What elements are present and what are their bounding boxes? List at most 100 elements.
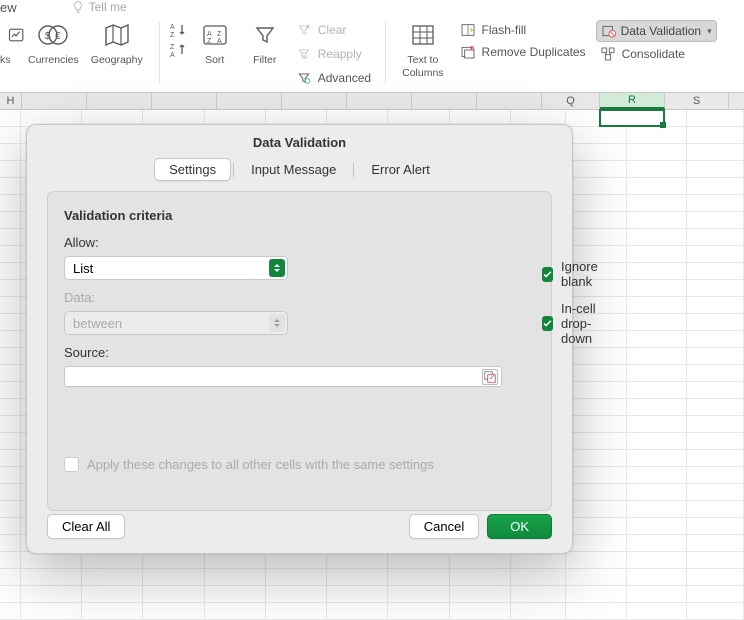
svg-text:A: A bbox=[170, 24, 175, 31]
allow-select[interactable]: List bbox=[64, 256, 288, 280]
allow-value: List bbox=[73, 261, 93, 276]
column-header[interactable]: Q bbox=[542, 93, 600, 109]
checkbox-checked-icon bbox=[542, 267, 553, 282]
source-label: Source: bbox=[64, 345, 502, 360]
data-validation-label: Data Validation bbox=[621, 24, 702, 38]
reapply-label: Reapply bbox=[318, 47, 362, 61]
flash-fill-button[interactable]: Flash-fill bbox=[456, 20, 590, 40]
select-stepper-icon bbox=[269, 314, 285, 332]
column-header[interactable] bbox=[217, 93, 282, 109]
tell-me[interactable]: Tell me bbox=[71, 0, 127, 14]
column-header[interactable] bbox=[282, 93, 347, 109]
column-header[interactable]: R bbox=[600, 93, 665, 109]
remove-duplicates-icon bbox=[460, 44, 476, 60]
advanced-icon bbox=[296, 70, 312, 86]
text-to-columns-label: Text to Columns bbox=[402, 54, 443, 79]
allow-label: Allow: bbox=[64, 235, 502, 250]
text-to-columns-button[interactable]: Text to Columns bbox=[396, 18, 449, 81]
cancel-label: Cancel bbox=[424, 519, 464, 534]
clear-all-button[interactable]: Clear All bbox=[47, 514, 125, 539]
column-header[interactable] bbox=[152, 93, 217, 109]
filter-button[interactable]: Filter bbox=[242, 18, 288, 69]
tab-input-message[interactable]: Input Message bbox=[236, 158, 351, 181]
in-cell-dropdown-checkbox[interactable]: In-cell drop-down bbox=[542, 301, 602, 346]
advanced-filter-button[interactable]: Advanced bbox=[292, 68, 375, 88]
flash-fill-icon bbox=[460, 22, 476, 38]
column-headers[interactable]: H QRS bbox=[0, 92, 744, 110]
clear-icon bbox=[296, 22, 312, 38]
chevron-down-icon: ▾ bbox=[707, 26, 712, 37]
svg-text:A: A bbox=[170, 52, 175, 58]
sort-button[interactable]: AZZA Sort bbox=[192, 18, 238, 69]
data-value: between bbox=[73, 316, 122, 331]
svg-text:Z: Z bbox=[170, 32, 175, 38]
remove-duplicates-label: Remove Duplicates bbox=[482, 45, 586, 59]
tab-error-alert[interactable]: Error Alert bbox=[356, 158, 445, 181]
dialog-footer: Clear All Cancel OK bbox=[47, 514, 552, 539]
ribbon: ks $€ Currencies Geography AZ ZA AZZA So… bbox=[0, 12, 744, 97]
group-sort-filter: AZ ZA AZZA Sort Filter Clear Reapply Adv… bbox=[160, 18, 385, 88]
tab-panel: Validation criteria Allow: List Data: be… bbox=[47, 191, 552, 511]
text-to-columns-icon bbox=[406, 20, 440, 50]
tab-input-message-label: Input Message bbox=[251, 162, 336, 177]
ignore-blank-checkbox[interactable]: Ignore blank bbox=[542, 259, 602, 289]
selection-outline bbox=[599, 109, 665, 127]
column-header[interactable] bbox=[22, 93, 87, 109]
apply-all-label: Apply these changes to all other cells w… bbox=[87, 457, 434, 472]
source-input[interactable] bbox=[64, 366, 502, 387]
tab-settings[interactable]: Settings bbox=[154, 158, 231, 181]
ribbon-tabs-strip: ew Tell me bbox=[0, 0, 744, 12]
lightbulb-icon bbox=[71, 0, 85, 14]
consolidate-label: Consolidate bbox=[622, 47, 685, 61]
sort-icon: AZZA bbox=[198, 20, 232, 50]
flash-fill-label: Flash-fill bbox=[482, 23, 527, 37]
dialog-title: Data Validation bbox=[27, 125, 572, 158]
checkbox-unchecked-icon bbox=[64, 457, 79, 472]
data-tools-col2: Data Validation ▾ Consolidate bbox=[596, 18, 717, 64]
currencies-button[interactable]: $€ Currencies bbox=[22, 18, 85, 69]
reapply-button: Reapply bbox=[292, 44, 375, 64]
stocks-button[interactable]: ks bbox=[0, 18, 22, 69]
column-header[interactable] bbox=[347, 93, 412, 109]
svg-text:Z: Z bbox=[207, 38, 212, 45]
consolidate-icon bbox=[600, 46, 616, 62]
geography-button[interactable]: Geography bbox=[85, 18, 149, 69]
remove-duplicates-button[interactable]: Remove Duplicates bbox=[456, 42, 590, 62]
sort-asc-icon[interactable]: AZ bbox=[170, 22, 188, 38]
filter-options: Clear Reapply Advanced bbox=[292, 18, 375, 88]
reapply-icon bbox=[296, 46, 312, 62]
sort-desc-icon[interactable]: ZA bbox=[170, 42, 188, 58]
data-tools-col1: Flash-fill Remove Duplicates bbox=[456, 18, 590, 62]
svg-text:$: $ bbox=[45, 31, 51, 42]
column-header[interactable] bbox=[87, 93, 152, 109]
column-header[interactable] bbox=[412, 93, 477, 109]
tell-me-label: Tell me bbox=[89, 0, 127, 14]
section-title: Validation criteria bbox=[64, 208, 535, 223]
fill-handle[interactable] bbox=[660, 122, 666, 128]
currencies-label: Currencies bbox=[28, 54, 79, 67]
svg-text:A: A bbox=[207, 31, 212, 38]
clear-filter-button: Clear bbox=[292, 20, 375, 40]
map-icon bbox=[100, 20, 134, 50]
svg-text:Z: Z bbox=[170, 44, 175, 51]
column-header[interactable]: S bbox=[665, 93, 729, 109]
svg-text:Z: Z bbox=[217, 31, 222, 38]
checkbox-checked-icon bbox=[542, 316, 553, 331]
clear-label: Clear bbox=[318, 23, 347, 37]
svg-text:A: A bbox=[217, 38, 222, 45]
ok-label: OK bbox=[510, 519, 529, 534]
data-validation-button[interactable]: Data Validation ▾ bbox=[596, 20, 717, 42]
data-validation-dialog: Data Validation Settings Input Message E… bbox=[26, 124, 573, 554]
currencies-icon: $€ bbox=[36, 20, 70, 50]
column-header[interactable]: H bbox=[0, 93, 22, 109]
ignore-blank-label: Ignore blank bbox=[561, 259, 602, 289]
range-picker-button[interactable] bbox=[482, 369, 498, 385]
clear-all-label: Clear All bbox=[62, 519, 110, 534]
tab-review-partial[interactable]: ew bbox=[0, 0, 17, 15]
cancel-button[interactable]: Cancel bbox=[409, 514, 479, 539]
sort-label: Sort bbox=[205, 54, 224, 67]
ok-button[interactable]: OK bbox=[487, 514, 552, 539]
stocks-label: ks bbox=[0, 54, 11, 67]
column-header[interactable] bbox=[477, 93, 542, 109]
consolidate-button[interactable]: Consolidate bbox=[596, 44, 717, 64]
